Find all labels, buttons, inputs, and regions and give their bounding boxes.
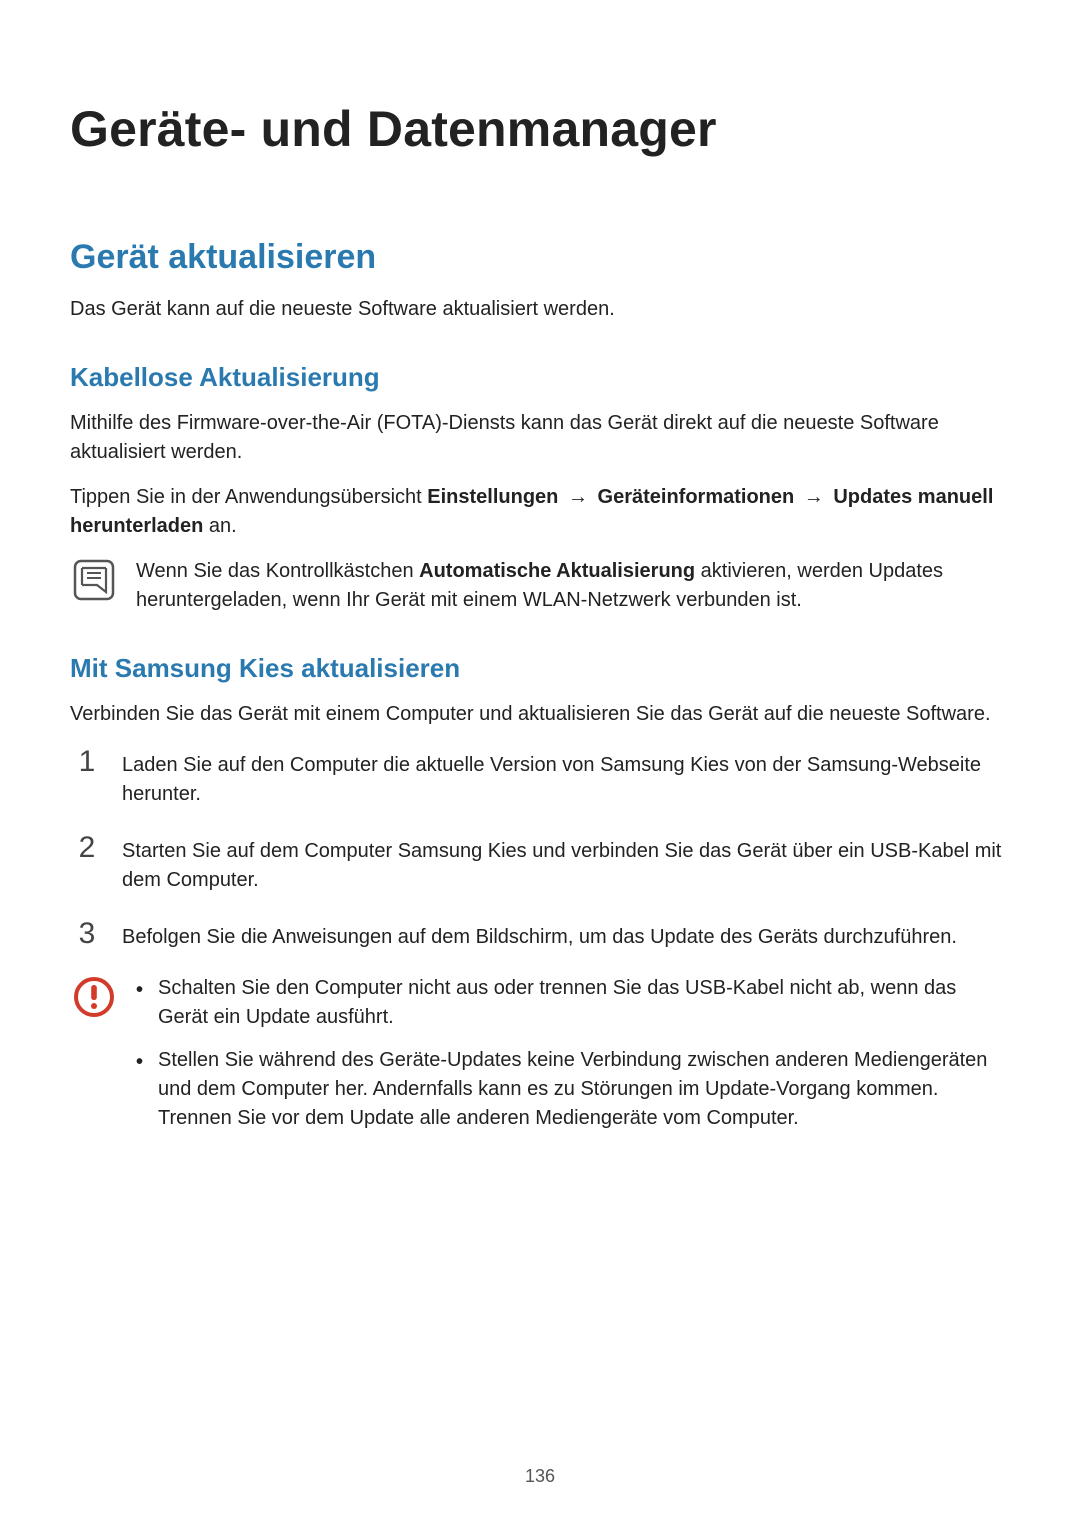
warning-item: • Stellen Sie während des Geräte-Updates… (136, 1046, 1010, 1133)
wireless-p2-b1: Einstellungen (427, 486, 558, 508)
wireless-p2: Tippen Sie in der Anwendungsübersicht Ei… (70, 483, 1010, 541)
step-1: 1 Laden Sie auf den Computer die aktuell… (70, 745, 1010, 809)
note-pre: Wenn Sie das Kontrollkästchen (136, 560, 419, 582)
page-number: 136 (0, 1466, 1080, 1487)
page-title: Geräte- und Datenmanager (70, 100, 1010, 158)
note-block: Wenn Sie das Kontrollkästchen Automatisc… (70, 557, 1010, 615)
note-text: Wenn Sie das Kontrollkästchen Automatisc… (136, 557, 1010, 615)
bullet-dot-icon: • (136, 1046, 146, 1077)
arrow-icon: → (564, 486, 592, 508)
section-heading-update-device: Gerät aktualisieren (70, 238, 1010, 277)
step-number: 1 (70, 745, 104, 777)
warning-item: • Schalten Sie den Computer nicht aus od… (136, 974, 1010, 1032)
step-3: 3 Befolgen Sie die Anweisungen auf dem B… (70, 917, 1010, 952)
subsection-heading-kies: Mit Samsung Kies aktualisieren (70, 653, 1010, 684)
step-text: Laden Sie auf den Computer die aktuelle … (122, 745, 1010, 809)
step-number: 2 (70, 831, 104, 863)
manual-page: Geräte- und Datenmanager Gerät aktualisi… (0, 0, 1080, 1527)
wireless-p2-pre: Tippen Sie in der Anwendungsübersicht (70, 486, 427, 508)
step-text: Befolgen Sie die Anweisungen auf dem Bil… (122, 917, 1010, 952)
wireless-p1: Mithilfe des Firmware-over-the-Air (FOTA… (70, 409, 1010, 467)
wireless-p2-b2: Geräteinformationen (598, 486, 795, 508)
step-number: 3 (70, 917, 104, 949)
wireless-p2-post: an. (209, 515, 237, 537)
bullet-dot-icon: • (136, 974, 146, 1005)
warning-text: Stellen Sie während des Geräte-Updates k… (158, 1046, 1010, 1133)
warning-bullets: • Schalten Sie den Computer nicht aus od… (136, 974, 1010, 1147)
kies-intro: Verbinden Sie das Gerät mit einem Comput… (70, 700, 1010, 729)
step-text: Starten Sie auf dem Computer Samsung Kie… (122, 831, 1010, 895)
numbered-steps: 1 Laden Sie auf den Computer die aktuell… (70, 745, 1010, 952)
step-2: 2 Starten Sie auf dem Computer Samsung K… (70, 831, 1010, 895)
note-bold: Automatische Aktualisierung (419, 560, 695, 582)
subsection-heading-wireless: Kabellose Aktualisierung (70, 362, 1010, 393)
note-icon (70, 557, 118, 601)
warning-block: • Schalten Sie den Computer nicht aus od… (70, 974, 1010, 1147)
arrow-icon: → (800, 486, 828, 508)
warning-icon (70, 974, 118, 1018)
section-intro: Das Gerät kann auf die neueste Software … (70, 295, 1010, 324)
warning-text: Schalten Sie den Computer nicht aus oder… (158, 974, 1010, 1032)
